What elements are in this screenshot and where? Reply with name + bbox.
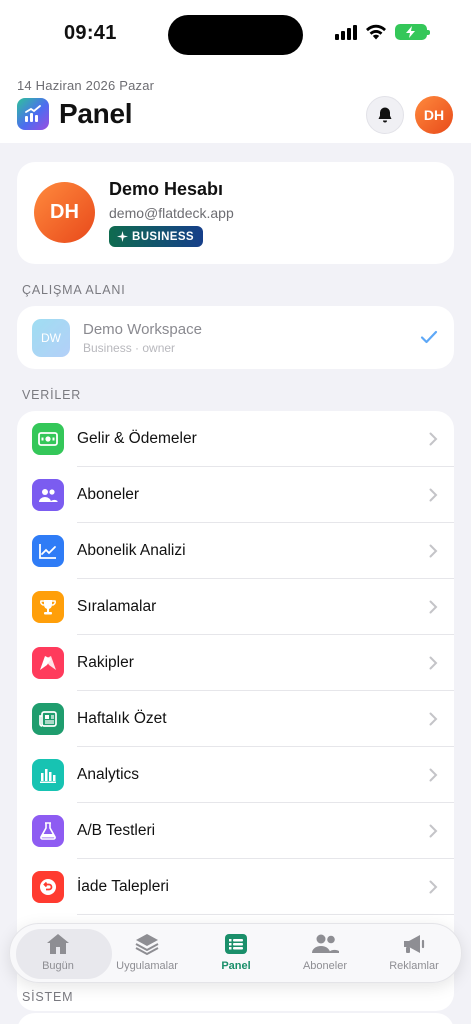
battery-charging-icon [395, 24, 430, 40]
chevron-right-icon [429, 824, 438, 838]
tab-panel[interactable]: Panel [191, 930, 281, 980]
notifications-button[interactable] [366, 96, 404, 134]
layers-icon [135, 934, 159, 955]
tab-subscribers[interactable]: Aboneler [280, 930, 370, 980]
data-menu-list: Gelir & Ödemeler Aboneler Abonelik Anali… [17, 411, 454, 1011]
plan-label: BUSINESS [132, 230, 194, 243]
header-area: 09:41 14 Haziran 2026 Pazar Panel DH [0, 0, 471, 143]
tab-today[interactable]: Bugün [13, 930, 103, 980]
chart-line-icon [32, 535, 64, 567]
menu-item-competitors[interactable]: Rakipler [17, 635, 454, 691]
current-date: 14 Haziran 2026 Pazar [17, 78, 155, 93]
dynamic-island [168, 15, 303, 55]
status-time: 09:41 [64, 22, 117, 44]
flags-icon [32, 647, 64, 679]
plan-badge: BUSINESS [109, 226, 203, 247]
cash-icon [32, 423, 64, 455]
profile-name: Demo Hesabı [109, 179, 224, 199]
people-icon [32, 479, 64, 511]
panel-list-icon [225, 934, 247, 954]
profile-email: demo@flatdeck.app [109, 205, 234, 221]
flask-icon [32, 815, 64, 847]
system-menu-list [17, 1013, 454, 1024]
tab-label: Aboneler [302, 960, 348, 972]
menu-item-label: İade Talepleri [77, 878, 169, 895]
system-section-label: SİSTEM [22, 990, 74, 1004]
workspace-name: Demo Workspace [83, 321, 202, 338]
menu-item-label: Haftalık Özet [77, 710, 167, 727]
bar-chart-icon [32, 759, 64, 791]
workspace-avatar: DW [32, 319, 70, 357]
menu-item-subscription-analysis[interactable]: Abonelik Analizi [17, 523, 454, 579]
tab-ads[interactable]: Reklamlar [369, 930, 459, 980]
menu-item-label: Gelir & Ödemeler [77, 430, 197, 447]
tab-label: Panel [221, 960, 251, 972]
trophy-icon [32, 591, 64, 623]
title-row: Panel [17, 98, 133, 130]
bell-icon [378, 107, 392, 123]
menu-item-refund-requests[interactable]: İade Talepleri [17, 859, 454, 915]
status-icons [335, 24, 430, 40]
menu-item-weekly-summary[interactable]: Haftalık Özet [17, 691, 454, 747]
tab-label: Reklamlar [389, 960, 439, 972]
megaphone-icon [404, 935, 425, 953]
user-avatar-button[interactable]: DH [415, 96, 453, 134]
status-bar: 09:41 [0, 0, 471, 70]
chevron-right-icon [429, 656, 438, 670]
chevron-right-icon [429, 488, 438, 502]
workspace-subtitle: Business · owner [83, 341, 176, 355]
app-logo-icon [17, 98, 49, 130]
refund-icon [32, 871, 64, 903]
menu-item-label: Analytics [77, 766, 140, 783]
menu-item-subscribers[interactable]: Aboneler [17, 467, 454, 523]
tab-label: Uygulamalar [116, 960, 178, 972]
home-icon [47, 934, 69, 954]
menu-item-revenue[interactable]: Gelir & Ödemeler [17, 411, 454, 467]
menu-item-label: Sıralamalar [77, 598, 157, 615]
menu-item-label: Rakipler [77, 654, 134, 671]
tab-apps[interactable]: Uygulamalar [102, 930, 192, 980]
menu-item-analytics[interactable]: Analytics [17, 747, 454, 803]
workspace-section-label: ÇALIŞMA ALANI [22, 283, 126, 297]
menu-item-label: Abonelik Analizi [77, 542, 186, 559]
cellular-signal-icon [335, 24, 357, 40]
chevron-right-icon [429, 600, 438, 614]
sparkle-icon [117, 231, 128, 242]
separator [77, 914, 454, 915]
checkmark-icon [420, 330, 438, 344]
tab-bar: Bugün Uygulamalar Panel Aboneler Reklaml… [9, 923, 462, 983]
workspace-row[interactable]: DW Demo Workspace Business · owner [17, 306, 454, 369]
wifi-icon [366, 24, 386, 40]
menu-item-ab-tests[interactable]: A/B Testleri [17, 803, 454, 859]
chevron-right-icon [429, 768, 438, 782]
chevron-right-icon [429, 432, 438, 446]
menu-item-label: Aboneler [77, 486, 140, 503]
profile-card[interactable]: DH Demo Hesabı demo@flatdeck.app BUSINES… [17, 162, 454, 264]
data-section-label: VERİLER [22, 388, 82, 402]
menu-item-label: A/B Testleri [77, 822, 156, 839]
menu-item-rankings[interactable]: Sıralamalar [17, 579, 454, 635]
chevron-right-icon [429, 880, 438, 894]
chevron-right-icon [429, 712, 438, 726]
profile-avatar: DH [34, 182, 95, 243]
people-icon [312, 934, 339, 953]
chevron-right-icon [429, 544, 438, 558]
tab-label: Bugün [42, 960, 74, 972]
page-title: Panel [59, 98, 133, 129]
newspaper-icon [32, 703, 64, 735]
